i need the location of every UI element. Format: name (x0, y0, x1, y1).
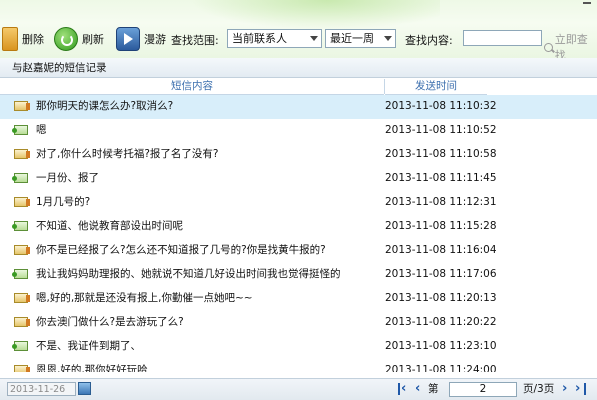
message-time: 2013-11-08 11:16:04 (385, 244, 497, 256)
delete-icon (2, 27, 18, 51)
message-row[interactable]: 嗯 2013-11-08 11:10:52 (0, 119, 597, 143)
message-row[interactable]: 一月份、报了 2013-11-08 11:11:45 (0, 167, 597, 191)
message-time: 2013-11-08 11:11:45 (385, 172, 497, 184)
message-row[interactable]: 不是、我证件到期了、 2013-11-08 11:23:10 (0, 335, 597, 359)
message-content: 恩恩,好的,那你好好玩哈 (36, 364, 148, 372)
page-prefix: 第 (428, 383, 439, 395)
message-row[interactable]: 那你明天的课怎么办?取消么? 2013-11-08 11:10:32 (0, 95, 597, 119)
sent-mail-icon (14, 197, 30, 207)
first-page-icon[interactable]: ‹ (397, 382, 406, 396)
received-mail-icon (12, 173, 28, 183)
sent-mail-icon (14, 317, 30, 327)
message-content: 嗯,好的,那就是还没有报上,你勤催一点她吧~~ (36, 292, 253, 304)
message-row[interactable]: 恩恩,好的,那你好好玩哈 2013-11-08 11:24:00 (0, 359, 597, 372)
roam-label: 漫游 (144, 33, 166, 46)
message-row[interactable]: 你不是已经报了么?怎么还不知道报了几号的?你是找黄牛报的? 2013-11-08… (0, 239, 597, 263)
message-time: 2013-11-08 11:10:32 (385, 100, 497, 112)
next-page-icon[interactable]: › (562, 382, 567, 396)
message-list[interactable]: 那你明天的课怎么办?取消么? 2013-11-08 11:10:32 嗯 201… (0, 95, 597, 372)
received-mail-icon (12, 221, 28, 231)
message-time: 2013-11-08 11:12:31 (385, 196, 497, 208)
page-number-input[interactable]: 2 (449, 382, 517, 397)
refresh-icon (54, 27, 78, 51)
message-content: 不知道、他说教育部设出时间呢 (36, 220, 183, 232)
minimize-icon[interactable] (583, 2, 591, 4)
received-mail-icon (12, 341, 28, 351)
message-row[interactable]: 嗯,好的,那就是还没有报上,你勤催一点她吧~~ 2013-11-08 11:20… (0, 287, 597, 311)
sent-mail-icon (14, 149, 30, 159)
message-content: 你不是已经报了么?怎么还不知道报了几号的?你是找黄牛报的? (36, 244, 326, 256)
message-time: 2013-11-08 11:20:22 (385, 316, 497, 328)
message-row[interactable]: 我让我妈妈助理报的、她就说不知道几好设出时间我也觉得挺怪的 2013-11-08… (0, 263, 597, 287)
message-row[interactable]: 1月几号的? 2013-11-08 11:12:31 (0, 191, 597, 215)
message-time: 2013-11-08 11:17:06 (385, 268, 497, 280)
message-time: 2013-11-08 11:23:10 (385, 340, 497, 352)
message-time: 2013-11-08 11:15:28 (385, 220, 497, 232)
column-header-content[interactable]: 短信内容 (0, 79, 384, 95)
message-row[interactable]: 不知道、他说教育部设出时间呢 2013-11-08 11:15:28 (0, 215, 597, 239)
received-mail-icon (12, 125, 28, 135)
prev-page-icon[interactable]: ‹ (415, 382, 420, 396)
roam-button[interactable]: 漫游 (116, 26, 166, 52)
message-time: 2013-11-08 11:10:52 (385, 124, 497, 136)
message-time: 2013-11-08 11:24:00 (385, 364, 497, 372)
conversation-header: 与赵嘉妮的短信记录 (0, 58, 597, 78)
scope-label: 查找范围: (171, 34, 219, 47)
date-field[interactable]: 2013-11-26 (7, 382, 76, 396)
message-content: 那你明天的课怎么办?取消么? (36, 100, 174, 112)
message-content: 我让我妈妈助理报的、她就说不知道几好设出时间我也觉得挺怪的 (36, 268, 341, 280)
message-content: 不是、我证件到期了、 (36, 340, 141, 352)
roam-icon (116, 27, 140, 51)
message-row[interactable]: 对了,你什么时候考托福?报了名了没有? 2013-11-08 11:10:58 (0, 143, 597, 167)
refresh-label: 刷新 (82, 33, 104, 46)
chevron-down-icon (310, 36, 318, 41)
delete-label: 删除 (22, 33, 44, 46)
scope-select-value: 当前联系人 (232, 32, 287, 45)
message-content: 对了,你什么时候考托福?报了名了没有? (36, 148, 219, 160)
period-select[interactable]: 最近一周 (325, 29, 396, 48)
last-page-icon[interactable]: › (575, 382, 587, 396)
content-label: 查找内容: (405, 34, 453, 47)
period-select-value: 最近一周 (330, 32, 374, 45)
pager-bar: 2013-11-26 ‹ ‹ 第 2 页/3页 › › (0, 378, 597, 400)
sent-mail-icon (14, 101, 30, 111)
search-icon (544, 42, 553, 52)
message-content: 1月几号的? (36, 196, 91, 208)
calendar-icon[interactable] (78, 382, 91, 395)
column-header-time[interactable]: 发送时间 (385, 79, 487, 95)
message-content: 嗯 (36, 124, 47, 136)
column-header-time-label: 发送时间 (415, 80, 457, 92)
sent-mail-icon (14, 293, 30, 303)
message-time: 2013-11-08 11:10:58 (385, 148, 497, 160)
message-row[interactable]: 你去澳门做什么?是去游玩了么? 2013-11-08 11:20:22 (0, 311, 597, 335)
received-mail-icon (12, 269, 28, 279)
delete-button[interactable]: 删除 (2, 26, 44, 52)
search-input[interactable] (463, 30, 542, 46)
message-content: 你去澳门做什么?是去游玩了么? (36, 316, 184, 328)
conversation-title: 与赵嘉妮的短信记录 (12, 62, 107, 74)
sent-mail-icon (14, 245, 30, 255)
sent-mail-icon (14, 365, 30, 372)
toolbar: 删除 刷新 漫游 查找范围: 当前联系人 最近一周 查找内容: 立即查找 (0, 0, 597, 62)
page-suffix: 页/3页 (523, 383, 555, 395)
refresh-button[interactable]: 刷新 (54, 26, 104, 52)
column-header-content-label: 短信内容 (171, 80, 213, 92)
message-content: 一月份、报了 (36, 172, 99, 184)
scope-select[interactable]: 当前联系人 (227, 29, 322, 48)
chevron-down-icon (384, 36, 392, 41)
message-time: 2013-11-08 11:20:13 (385, 292, 497, 304)
